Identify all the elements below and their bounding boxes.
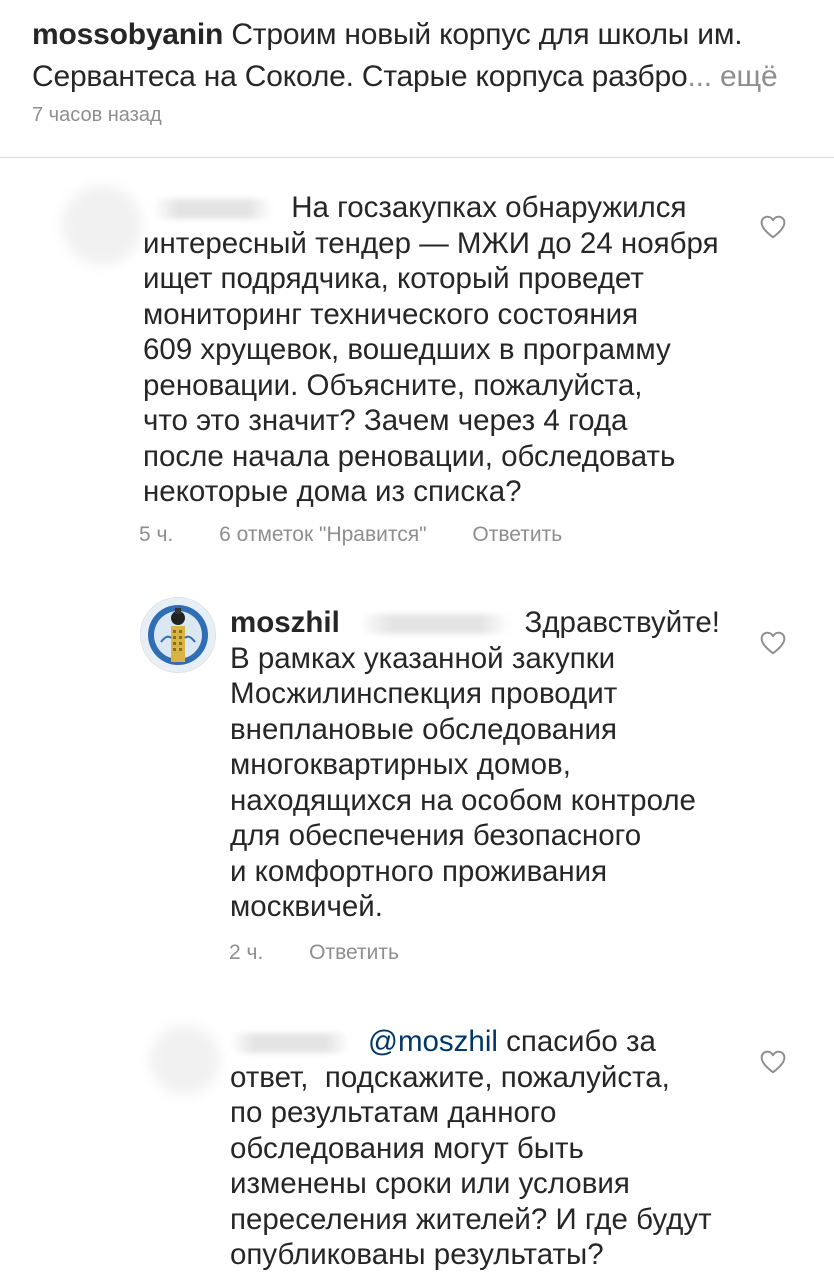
reply-button[interactable]: Ответить [309,941,399,964]
username-extra-redacted [359,614,510,635]
comment-line: опубликованы результаты? [230,1238,604,1271]
comment-meta: 2 ч. Ответить [229,941,399,965]
avatar[interactable] [140,597,216,673]
heart-outline-icon[interactable] [760,631,786,655]
comment-time: 5 ч. [139,523,174,546]
comment-line: мониторинг технического состояния [143,297,639,331]
comment-line: интересный тендер — МЖИ до 24 ноября [143,226,719,260]
comment-body: @moszhil спасибо за ответ, подскажите, п… [230,1024,740,1273]
mention-link[interactable]: @moszhil [368,1025,498,1058]
comment-body: На госзакупках обнаружился интересный те… [143,190,743,510]
comment-line: ответ, подскажите, пожалуйста, [230,1060,670,1094]
comment-line: 609 хрущевок, вошедших в программу [143,333,671,366]
comment-meta: 5 ч. 6 отметок "Нравится" Ответить [139,523,562,547]
comment-line: что это значит? Зачем через 4 года [143,404,628,437]
comment-line: обследования могут быть [230,1131,584,1165]
avatar-redacted [150,1025,220,1095]
heart-outline-icon[interactable] [760,215,786,239]
comment-body: moszhil Здравствуйте! В рамках указанной… [230,605,720,925]
comment-first-line: На госзакупках обнаружился [143,190,743,226]
post-caption: mossobyanin Строим новый корпус для школ… [32,14,802,98]
reply-button[interactable]: Ответить [472,523,562,546]
comment-time: 2 ч. [229,941,264,964]
comment-line: внеплановые обследования [230,712,617,746]
comment-line: ищет подрядчика, который проведет [143,262,644,295]
comment-line: изменены сроки или условия [230,1167,630,1200]
comment-line: некоторые дома из списка? [143,475,522,508]
comment-line: по результатам данного [230,1096,557,1129]
comment-line: находящихся на особом контроле [230,783,696,817]
comment-line: после начала реновации, обследовать [143,439,676,473]
comment-line: реновации. Объясните, пожалуйста, [143,368,643,402]
avatar-redacted [62,185,142,265]
moszhil-logo-icon [141,598,215,672]
comment-line: москвичей. [230,890,383,923]
post-author-username[interactable]: mossobyanin [32,18,223,51]
caption-divider [0,157,834,158]
comment-likes[interactable]: 6 отметок "Нравится" [219,523,426,546]
comment-line: В рамках указанной закупки [230,641,616,675]
comment-greeting: Здравствуйте! [524,606,720,639]
more-link[interactable]: ... ещё [687,60,777,93]
comment-first-line: moszhil Здравствуйте! [230,605,720,641]
heart-outline-icon[interactable] [760,1050,786,1074]
comment-line: многоквартирных домов, [230,748,571,781]
comment-author-username[interactable]: moszhil [230,606,340,639]
comment-line: и комфортного проживания [230,854,608,888]
comment-line: Мосжилинспекция проводит [230,677,618,710]
comment-first-line: @moszhil спасибо за [230,1024,740,1060]
comment-line: переселения жителей? И где будут [230,1202,712,1236]
comment-line: для обеспечения безопасного [230,819,642,852]
post-timestamp: 7 часов назад [32,104,162,126]
username-redacted [153,199,273,220]
username-redacted [230,1033,350,1054]
